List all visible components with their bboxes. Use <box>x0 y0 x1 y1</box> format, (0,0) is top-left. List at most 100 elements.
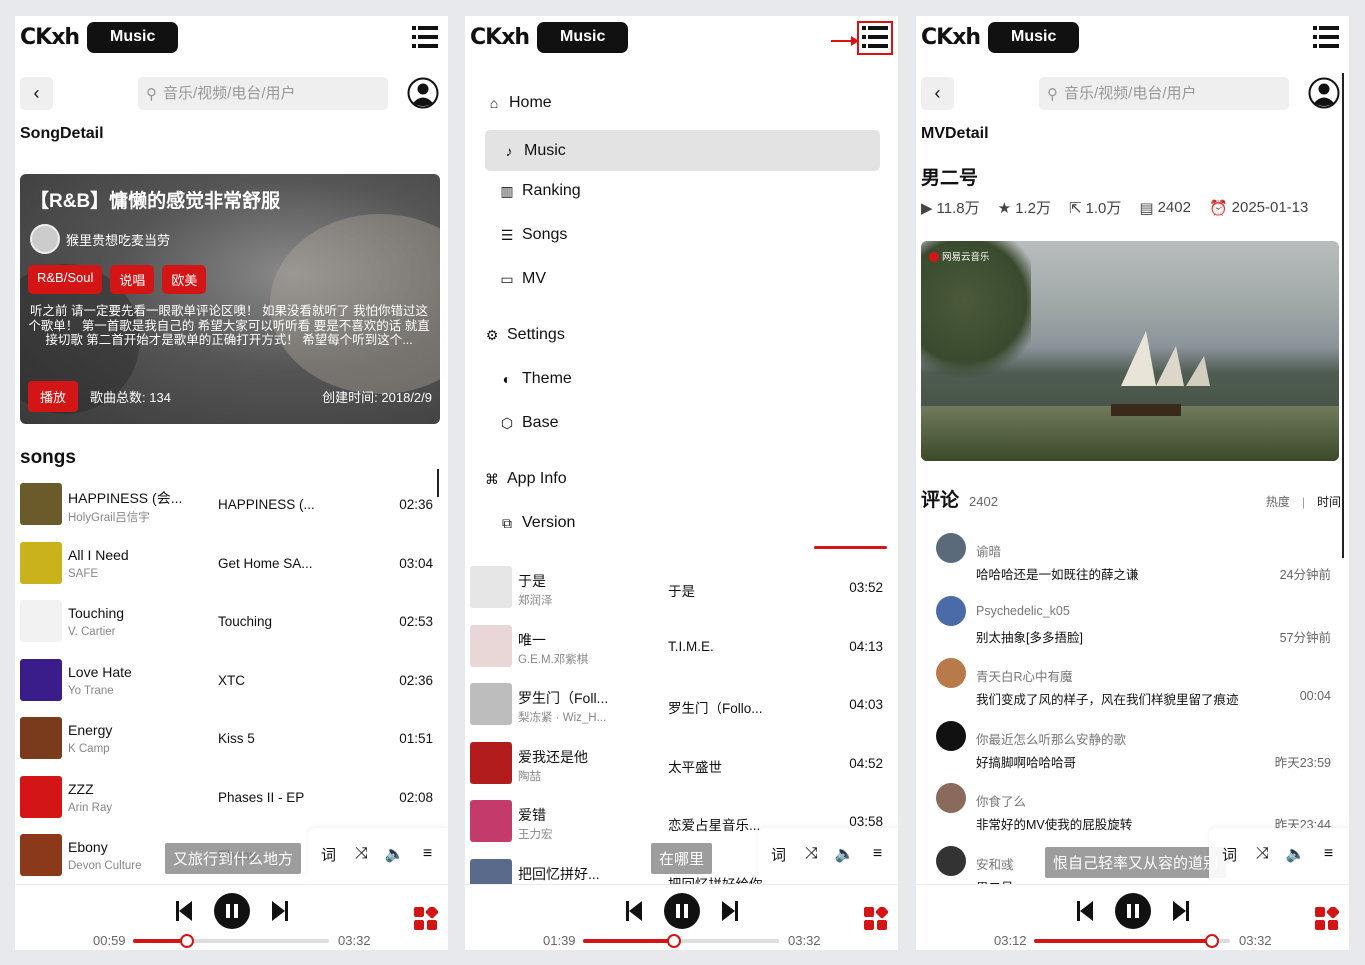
nav-item-mv[interactable]: ▭ MV <box>498 270 546 288</box>
back-button[interactable]: ‹ <box>20 77 53 110</box>
commenter-avatar[interactable] <box>936 533 966 563</box>
shuffle-icon[interactable]: ⤨ <box>1253 844 1273 864</box>
nav-item-home[interactable]: ⌂ Home <box>485 94 552 112</box>
lyrics-icon[interactable]: 词 <box>769 844 789 864</box>
previous-icon[interactable] <box>175 901 192 921</box>
playlist-queue-icon[interactable]: ≡ <box>418 844 438 864</box>
progress-slider[interactable] <box>1034 934 1230 948</box>
tag[interactable]: R&B/Soul <box>28 265 103 294</box>
next-icon[interactable] <box>721 901 738 921</box>
search-input[interactable] <box>163 85 363 102</box>
scrollbar[interactable] <box>437 469 439 497</box>
volume-icon[interactable]: 🔈 <box>385 844 405 864</box>
song-cover <box>20 775 62 818</box>
pause-button[interactable] <box>1114 893 1151 929</box>
previous-icon[interactable] <box>1076 901 1093 921</box>
back-button[interactable]: ‹ <box>921 77 954 110</box>
commenter-name[interactable]: 安和彧 <box>976 854 1014 873</box>
song-row[interactable]: Energy K Camp Kiss 5 01:51 <box>20 711 433 770</box>
app-grid-icon[interactable] <box>864 905 889 936</box>
song-row[interactable]: 爱我还是他 陶喆 太平盛世 04:52 <box>470 736 883 795</box>
song-row[interactable]: HAPPINESS (会... HolyGrail吕信宇 HAPPINESS (..… <box>20 477 433 536</box>
comments-title: 评论 <box>921 490 960 511</box>
volume-icon[interactable]: 🔈 <box>1286 844 1306 864</box>
song-row[interactable]: Love Hate Yo Trane XTC 02:36 <box>20 653 433 712</box>
app-logo[interactable]: CKxh Music <box>470 22 629 53</box>
share-count[interactable]: ⇱ 1.0万 <box>1069 197 1121 218</box>
playlist-queue-icon[interactable]: ≡ <box>868 844 888 864</box>
nav-item-version[interactable]: ⧉ Version <box>498 514 575 532</box>
search-box[interactable]: ⚲ <box>1039 77 1289 110</box>
lyrics-icon[interactable]: 词 <box>1220 844 1240 864</box>
volume-icon[interactable]: 🔈 <box>835 844 855 864</box>
song-artist: SAFE <box>68 567 99 580</box>
progress-knob[interactable] <box>667 934 682 948</box>
shuffle-icon[interactable]: ⤨ <box>352 844 372 864</box>
song-row[interactable]: ZZZ Arin Ray Phases II - EP 02:08 <box>20 770 433 829</box>
menu-list-icon[interactable] <box>1313 26 1339 50</box>
song-row[interactable]: 于是 郑润泽 于是 03:52 <box>470 560 883 619</box>
mv-video-player[interactable]: 网易云音乐 <box>921 241 1339 461</box>
app-logo[interactable]: CKxh Music <box>20 22 179 53</box>
previous-icon[interactable] <box>625 901 642 921</box>
nav-item-app-info[interactable]: ⌘ App Info <box>483 470 567 488</box>
lyric-line: 又旅行到什么地方 <box>165 843 302 874</box>
progress-slider[interactable] <box>583 934 779 948</box>
commenter-avatar[interactable] <box>936 658 966 688</box>
current-time: 03:12 <box>994 933 1027 948</box>
sort-time[interactable]: 时间 <box>1317 495 1341 509</box>
player-extra-controls: 词 ⤨ 🔈 ≡ <box>1209 828 1349 880</box>
shuffle-icon[interactable]: ⤨ <box>802 844 822 864</box>
comment-time: 24分钟前 <box>1279 568 1331 582</box>
menu-list-icon[interactable] <box>412 26 438 50</box>
nav-item-theme[interactable]: ◐ Theme <box>498 370 572 388</box>
search-box[interactable]: ⚲ <box>138 77 388 110</box>
menu-list-icon[interactable] <box>857 21 893 55</box>
commenter-name[interactable]: 谕暗 <box>976 541 1001 560</box>
nav-item-ranking[interactable]: ▥ Ranking <box>498 182 580 200</box>
song-row[interactable]: 唯一 G.E.M.邓紫棋 T.I.M.E. 04:13 <box>470 619 883 678</box>
sort-hot[interactable]: 热度 <box>1266 495 1290 509</box>
user-avatar-icon[interactable] <box>407 77 439 109</box>
commenter-avatar[interactable] <box>936 783 966 813</box>
commenter-name[interactable]: 你最近怎么听那么安静的歌 <box>976 729 1126 748</box>
commenter-name[interactable]: 青天白R心中有魔 <box>976 666 1073 685</box>
nav-item-base[interactable]: ⬡ Base <box>498 414 559 432</box>
app-grid-icon[interactable] <box>414 905 439 936</box>
commenter-avatar[interactable] <box>936 845 966 876</box>
playlist-creator[interactable]: 猴里贵想吃麦当劳 <box>30 224 170 254</box>
nav-item-settings[interactable]: ⚙ Settings <box>483 326 565 344</box>
play-all-button[interactable]: 播放 <box>28 381 79 412</box>
scrollbar[interactable] <box>1342 73 1344 558</box>
next-icon[interactable] <box>1172 901 1189 921</box>
song-name: 唯一 <box>518 631 546 648</box>
like-count[interactable]: ★ 1.2万 <box>998 197 1051 218</box>
song-row[interactable]: 罗生门（Foll... 梨冻紧 · Wiz_H... 罗生门（Follo... 04:… <box>470 677 883 736</box>
creator-name: 猴里贵想吃麦当劳 <box>66 232 171 248</box>
pause-button[interactable] <box>663 893 700 929</box>
progress-knob[interactable] <box>1204 934 1219 948</box>
commenter-name[interactable]: Psychedelic_k05 <box>976 604 1070 618</box>
app-logo[interactable]: CKxh Music <box>921 22 1080 53</box>
commenter-avatar[interactable] <box>936 595 966 626</box>
progress-knob[interactable] <box>180 934 195 948</box>
commenter-name[interactable]: 你食了么 <box>976 791 1026 810</box>
search-input[interactable] <box>1064 85 1264 102</box>
pause-button[interactable] <box>213 893 250 929</box>
commenter-avatar[interactable] <box>936 720 966 751</box>
song-duration: 04:03 <box>849 697 883 712</box>
playlist-queue-icon[interactable]: ≡ <box>1319 844 1339 864</box>
next-icon[interactable] <box>271 901 288 921</box>
progress-slider[interactable] <box>133 934 329 948</box>
song-cover <box>20 541 62 584</box>
app-grid-icon[interactable] <box>1315 905 1340 936</box>
user-avatar-icon[interactable] <box>1308 77 1340 109</box>
song-row[interactable]: All I Need SAFE Get Home SA... 03:04 <box>20 536 433 595</box>
nav-item-music[interactable]: ♪ Music <box>485 130 880 171</box>
player-bar: 01:39 03:32 <box>465 884 898 950</box>
song-row[interactable]: Touching V. Cartier Touching 02:53 <box>20 594 433 653</box>
lyrics-icon[interactable]: 词 <box>319 844 339 864</box>
tag[interactable]: 说唱 <box>110 265 155 294</box>
nav-item-songs[interactable]: ☰ Songs <box>498 226 568 244</box>
tag[interactable]: 欧美 <box>162 265 207 294</box>
